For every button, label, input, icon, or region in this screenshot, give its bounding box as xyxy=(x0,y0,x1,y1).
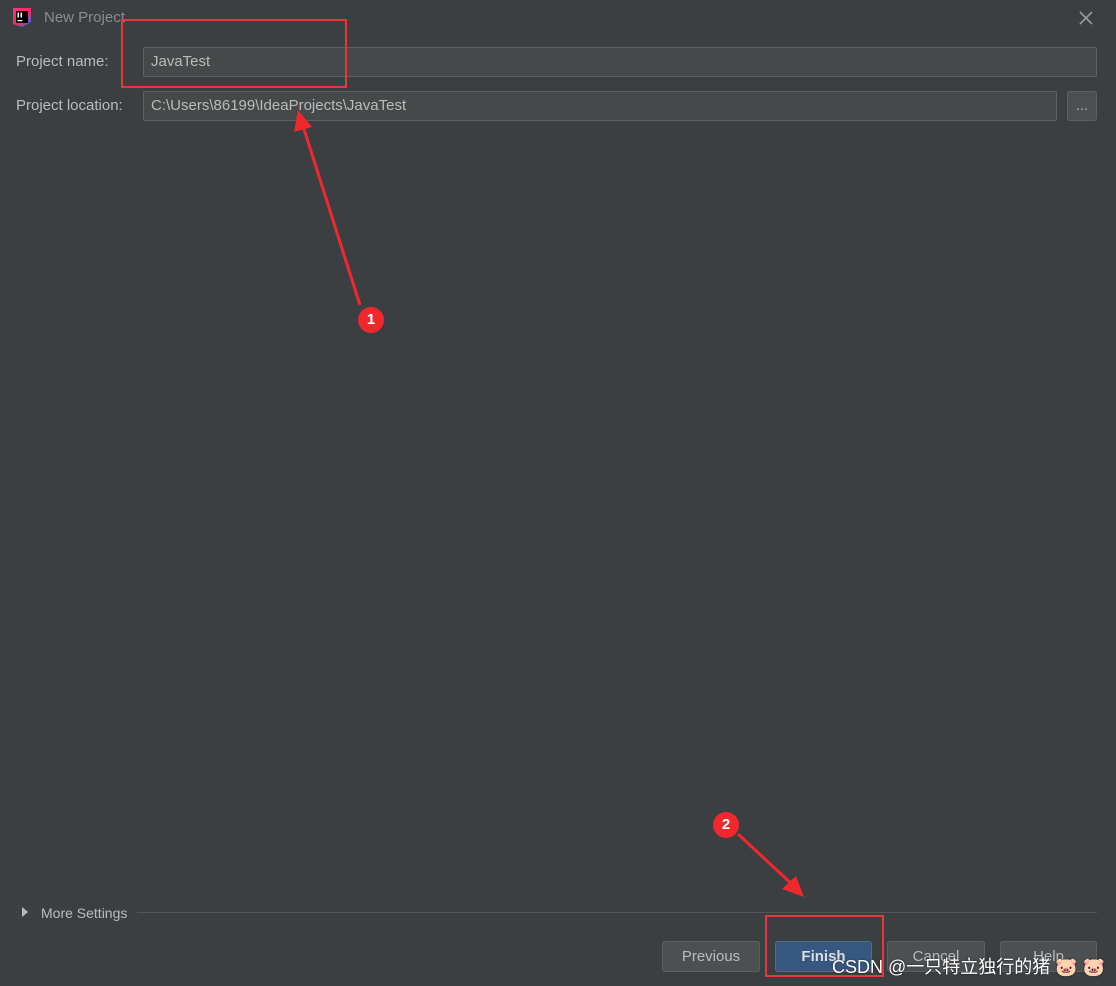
browse-location-button[interactable]: ... xyxy=(1067,91,1097,121)
previous-button[interactable]: Previous xyxy=(662,941,760,972)
annotation-arrows xyxy=(294,110,804,897)
project-location-label: Project location: xyxy=(16,97,123,114)
intellij-idea-icon xyxy=(13,8,31,27)
annotation-arrow-2-head xyxy=(782,876,804,897)
annotation-badge-2: 2 xyxy=(713,812,739,838)
annotation-badge-1: 1 xyxy=(358,307,384,333)
annotation-arrow-2-shaft xyxy=(736,832,797,889)
more-settings-divider xyxy=(137,912,1097,913)
close-icon[interactable] xyxy=(1074,6,1098,30)
title-bar: New Project xyxy=(0,0,1116,34)
triangle-right-icon xyxy=(22,907,28,917)
more-settings-label: More Settings xyxy=(41,905,128,921)
annotation-arrow-1-shaft xyxy=(301,125,362,306)
project-location-input[interactable]: C:\Users\86199\IdeaProjects\JavaTest xyxy=(143,91,1057,121)
new-project-dialog: New Project Project name: JavaTest Proje… xyxy=(0,0,1116,986)
window-title: New Project xyxy=(44,9,125,26)
csdn-watermark: CSDN @一只特立独行的猪 🐷 🐷 xyxy=(832,957,1106,977)
project-name-label: Project name: xyxy=(16,53,109,70)
project-name-input[interactable]: JavaTest xyxy=(143,47,1097,77)
